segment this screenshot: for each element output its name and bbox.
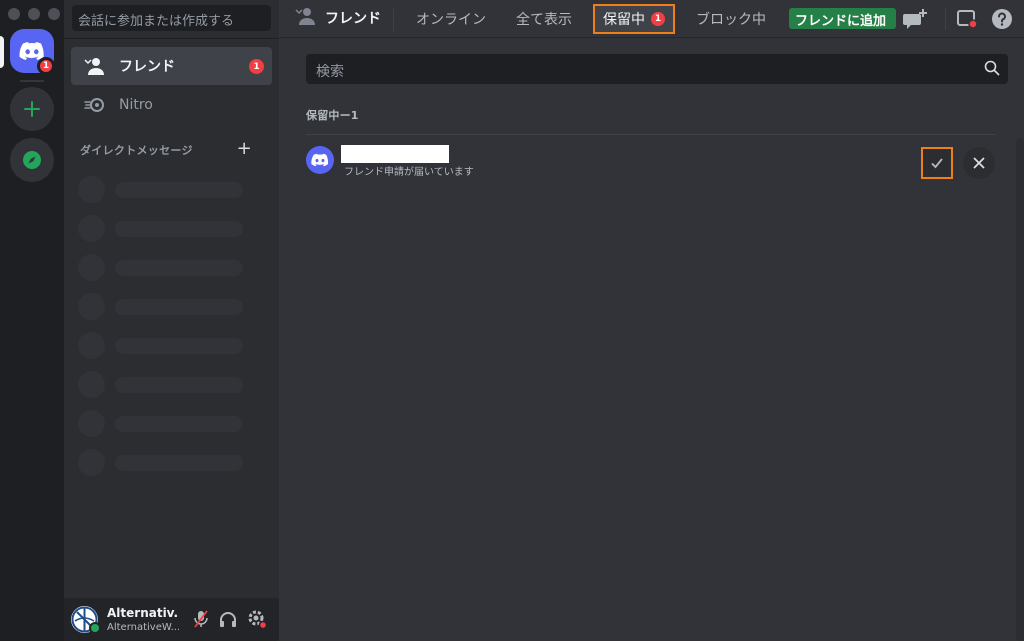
server-rail: 1 xyxy=(0,0,64,641)
online-status-dot xyxy=(89,622,101,634)
find-conversation-button[interactable]: 会話に参加または作成する xyxy=(72,5,271,31)
discord-logo-icon xyxy=(311,153,329,167)
request-subtitle: フレンド申請が届いています xyxy=(344,167,474,178)
explore-servers-button[interactable] xyxy=(10,138,54,182)
add-friend-button[interactable]: フレンドに追加 xyxy=(789,8,896,29)
create-dm-button[interactable]: + xyxy=(237,138,252,159)
dm-placeholder xyxy=(78,332,248,359)
friend-request-row[interactable]: フレンド申請が届いています xyxy=(306,143,996,181)
add-server-button[interactable] xyxy=(10,87,54,131)
pending-badge: 1 xyxy=(651,12,665,26)
home-badge: 1 xyxy=(37,57,55,75)
tab-online[interactable]: オンライン xyxy=(408,4,494,34)
new-group-dm-icon xyxy=(903,9,927,29)
plus-icon xyxy=(24,101,40,117)
tab-blocked[interactable]: ブロック中 xyxy=(688,4,774,34)
tab-label: オンライン xyxy=(416,12,486,28)
nitro-icon xyxy=(83,93,107,117)
gear-icon xyxy=(248,610,267,629)
dm-placeholder xyxy=(78,215,248,242)
dm-placeholder xyxy=(78,449,248,476)
zoom-window-button[interactable] xyxy=(48,8,60,20)
compass-icon xyxy=(23,151,41,169)
discord-app: 1 会話に参加または作成する フレンド 1 Nitro ダイレクトメッセージ +… xyxy=(0,0,1024,641)
minimize-window-button[interactable] xyxy=(28,8,40,20)
friends-search-input[interactable]: 検索 xyxy=(306,54,1008,84)
sidebar-item-label: Nitro xyxy=(119,97,153,113)
page-title: フレンド xyxy=(295,7,381,29)
username: Alternativ... xyxy=(107,606,179,620)
dm-placeholder xyxy=(78,410,248,437)
accept-request-button[interactable] xyxy=(921,147,953,179)
inbox-button[interactable] xyxy=(955,7,979,31)
tab-label: 全て表示 xyxy=(516,12,572,28)
new-group-dm-button[interactable] xyxy=(903,7,927,31)
microphone-muted-icon xyxy=(194,610,208,628)
tab-label: ブロック中 xyxy=(696,12,766,28)
requester-avatar xyxy=(306,146,334,174)
rail-divider xyxy=(20,80,44,82)
sidebar-divider xyxy=(64,38,279,39)
requester-name-redacted xyxy=(341,145,449,163)
mute-button[interactable] xyxy=(190,608,212,630)
dm-placeholder xyxy=(78,176,248,203)
search-icon xyxy=(984,60,1000,80)
help-icon xyxy=(992,9,1012,29)
inbox-icon xyxy=(957,10,978,29)
friends-badge: 1 xyxy=(249,59,264,74)
toolbar-divider xyxy=(393,9,394,31)
pending-section-header: 保留中ー1 xyxy=(306,109,359,122)
user-tag: AlternativeW... xyxy=(107,622,179,633)
dm-section-header: ダイレクトメッセージ + xyxy=(80,138,263,159)
help-button[interactable] xyxy=(990,7,1014,31)
toolbar-divider xyxy=(945,8,946,30)
search-placeholder: 検索 xyxy=(316,64,344,80)
tab-label: 保留中 xyxy=(603,12,645,28)
close-icon xyxy=(973,157,985,169)
sidebar-item-label: フレンド xyxy=(119,59,175,75)
window-controls xyxy=(8,8,60,20)
selected-indicator xyxy=(0,36,4,68)
user-panel: Alternativ... AlternativeW... xyxy=(64,598,279,641)
list-divider xyxy=(306,134,996,135)
tab-all[interactable]: 全て表示 xyxy=(508,4,580,34)
dm-placeholder xyxy=(78,293,248,320)
main-content: フレンド オンライン 全て表示 保留中 1 ブロック中 フレンドに追加 検索 保… xyxy=(279,0,1024,641)
friends-icon xyxy=(83,54,107,78)
deafen-button[interactable] xyxy=(217,608,239,630)
sidebar-item-friends[interactable]: フレンド 1 xyxy=(71,47,272,85)
dm-sidebar: 会話に参加または作成する フレンド 1 Nitro ダイレクトメッセージ + xyxy=(64,0,279,641)
scrollbar[interactable] xyxy=(1016,138,1024,641)
friends-icon xyxy=(295,7,317,29)
friends-toolbar: フレンド オンライン 全て表示 保留中 1 ブロック中 フレンドに追加 xyxy=(279,0,1024,38)
close-window-button[interactable] xyxy=(8,8,20,20)
page-title-label: フレンド xyxy=(325,11,381,27)
dm-header-label: ダイレクトメッセージ xyxy=(80,144,193,157)
sidebar-item-nitro[interactable]: Nitro xyxy=(71,86,272,124)
tab-pending[interactable]: 保留中 1 xyxy=(593,4,675,34)
check-icon xyxy=(931,158,943,169)
dm-placeholder xyxy=(78,254,248,281)
dm-placeholder xyxy=(78,371,248,398)
headphones-icon xyxy=(220,612,236,627)
user-settings-button[interactable] xyxy=(246,608,268,630)
ignore-request-button[interactable] xyxy=(963,147,995,179)
